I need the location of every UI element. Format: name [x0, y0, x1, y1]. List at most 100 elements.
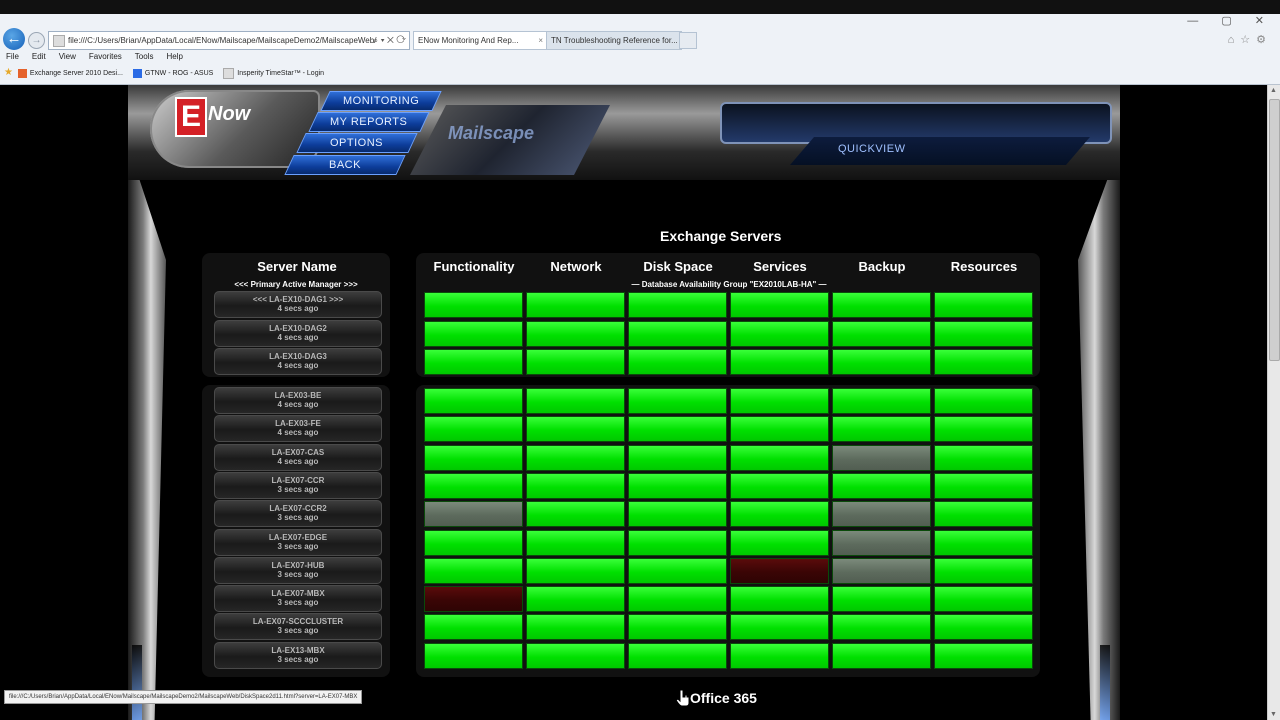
- status-cell-network[interactable]: [526, 501, 625, 528]
- status-cell-disk-space[interactable]: [628, 586, 727, 613]
- status-cell-network[interactable]: [526, 586, 625, 613]
- status-cell-functionality[interactable]: [424, 586, 523, 613]
- server-button[interactable]: LA-EX07-CCR2 3 secs ago: [214, 500, 382, 528]
- status-cell-resources[interactable]: [934, 444, 1033, 471]
- status-cell-functionality[interactable]: [424, 416, 523, 443]
- status-cell-network[interactable]: [526, 642, 625, 669]
- status-cell-backup[interactable]: [832, 388, 931, 414]
- status-cell-functionality[interactable]: [424, 292, 523, 318]
- home-star-gear-icons[interactable]: ⌂☆⚙: [1228, 33, 1272, 46]
- status-cell-services[interactable]: [730, 416, 829, 443]
- status-cell-network[interactable]: [526, 557, 625, 584]
- status-cell-network[interactable]: [526, 472, 625, 499]
- status-cell-services[interactable]: [730, 388, 829, 414]
- server-button[interactable]: LA-EX07-HUB 3 secs ago: [214, 556, 382, 584]
- nav-options[interactable]: OPTIONS: [296, 133, 418, 153]
- status-cell-functionality[interactable]: [424, 501, 523, 528]
- server-button[interactable]: LA-EX13-MBX 3 secs ago: [214, 641, 382, 669]
- server-button[interactable]: LA-EX07-SCCCLUSTER 3 secs ago: [214, 613, 382, 641]
- quickview-button[interactable]: QUICKVIEW: [838, 143, 905, 155]
- forward-arrow-icon[interactable]: →: [28, 32, 45, 49]
- status-cell-network[interactable]: [526, 529, 625, 556]
- status-cell-services[interactable]: [730, 472, 829, 499]
- status-cell-disk-space[interactable]: [628, 501, 727, 528]
- menu-item-view[interactable]: View: [59, 52, 76, 61]
- status-cell-functionality[interactable]: [424, 557, 523, 584]
- status-cell-resources[interactable]: [934, 416, 1033, 443]
- status-cell-backup[interactable]: [832, 529, 931, 556]
- server-button[interactable]: LA-EX07-CAS 4 secs ago: [214, 443, 382, 471]
- status-cell-resources[interactable]: [934, 614, 1033, 641]
- close-icon[interactable]: ×: [538, 32, 543, 49]
- status-cell-functionality[interactable]: [424, 388, 523, 414]
- status-cell-resources[interactable]: [934, 557, 1033, 584]
- status-cell-services[interactable]: [730, 557, 829, 584]
- nav-monitoring[interactable]: MONITORING: [320, 91, 442, 111]
- status-cell-resources[interactable]: [934, 472, 1033, 499]
- status-cell-backup[interactable]: [832, 349, 931, 375]
- status-cell-services[interactable]: [730, 320, 829, 347]
- status-cell-resources[interactable]: [934, 320, 1033, 347]
- status-cell-backup[interactable]: [832, 472, 931, 499]
- status-cell-functionality[interactable]: [424, 349, 523, 375]
- status-cell-resources[interactable]: [934, 529, 1033, 556]
- status-cell-network[interactable]: [526, 388, 625, 414]
- status-cell-network[interactable]: [526, 444, 625, 471]
- status-cell-resources[interactable]: [934, 586, 1033, 613]
- status-cell-network[interactable]: [526, 292, 625, 318]
- status-cell-functionality[interactable]: [424, 529, 523, 556]
- status-cell-services[interactable]: [730, 444, 829, 471]
- status-cell-disk-space[interactable]: [628, 416, 727, 443]
- status-cell-backup[interactable]: [832, 416, 931, 443]
- status-cell-disk-space[interactable]: [628, 614, 727, 641]
- status-cell-functionality[interactable]: [424, 444, 523, 471]
- status-cell-disk-space[interactable]: [628, 349, 727, 375]
- status-cell-backup[interactable]: [832, 614, 931, 641]
- server-button[interactable]: <<< LA-EX10-DAG1 >>> 4 secs ago: [214, 291, 382, 318]
- favorite-link[interactable]: Insperity TimeStar™ - Login: [237, 70, 324, 77]
- status-cell-services[interactable]: [730, 642, 829, 669]
- scroll-down-icon[interactable]: ▼: [1270, 711, 1277, 718]
- nav-back[interactable]: BACK: [284, 155, 406, 175]
- scroll-up-icon[interactable]: ▲: [1270, 87, 1277, 94]
- server-button[interactable]: LA-EX03-FE 4 secs ago: [214, 415, 382, 443]
- status-cell-backup[interactable]: [832, 444, 931, 471]
- status-cell-services[interactable]: [730, 349, 829, 375]
- status-cell-network[interactable]: [526, 349, 625, 375]
- tab-troubleshooting[interactable]: TN Troubleshooting Reference for...: [546, 31, 682, 50]
- status-cell-disk-space[interactable]: [628, 292, 727, 318]
- window-controls[interactable]: — ▢ ✕: [1187, 14, 1274, 27]
- status-cell-resources[interactable]: [934, 292, 1033, 318]
- menu-item-file[interactable]: File: [6, 52, 19, 61]
- vertical-scrollbar[interactable]: ▲ ▼: [1267, 85, 1280, 720]
- favorite-link[interactable]: Exchange Server 2010 Desi...: [30, 70, 123, 77]
- status-cell-disk-space[interactable]: [628, 320, 727, 347]
- address-controls[interactable]: ⌕ ▾ ✕ ⟳: [373, 32, 406, 49]
- favorites-star-icon[interactable]: ★: [4, 67, 13, 78]
- status-cell-backup[interactable]: [832, 501, 931, 528]
- status-cell-functionality[interactable]: [424, 642, 523, 669]
- status-cell-services[interactable]: [730, 501, 829, 528]
- status-cell-backup[interactable]: [832, 642, 931, 669]
- back-arrow-icon[interactable]: ←: [3, 28, 25, 50]
- nav-my-reports[interactable]: MY REPORTS: [308, 112, 430, 132]
- server-button[interactable]: LA-EX07-MBX 3 secs ago: [214, 585, 382, 613]
- status-cell-network[interactable]: [526, 416, 625, 443]
- server-button[interactable]: LA-EX03-BE 4 secs ago: [214, 387, 382, 414]
- status-cell-disk-space[interactable]: [628, 444, 727, 471]
- status-cell-resources[interactable]: [934, 349, 1033, 375]
- server-button[interactable]: LA-EX07-CCR 3 secs ago: [214, 471, 382, 499]
- status-cell-resources[interactable]: [934, 642, 1033, 669]
- status-cell-services[interactable]: [730, 586, 829, 613]
- menu-item-favorites[interactable]: Favorites: [89, 52, 122, 61]
- status-cell-services[interactable]: [730, 614, 829, 641]
- status-cell-backup[interactable]: [832, 320, 931, 347]
- scrollbar-thumb[interactable]: [1269, 99, 1280, 361]
- status-cell-disk-space[interactable]: [628, 557, 727, 584]
- address-bar[interactable]: file:///C:/Users/Brian/AppData/Local/ENo…: [48, 31, 410, 50]
- status-cell-backup[interactable]: [832, 557, 931, 584]
- status-cell-disk-space[interactable]: [628, 529, 727, 556]
- server-button[interactable]: LA-EX10-DAG2 4 secs ago: [214, 319, 382, 347]
- status-cell-backup[interactable]: [832, 292, 931, 318]
- server-button[interactable]: LA-EX10-DAG3 4 secs ago: [214, 348, 382, 375]
